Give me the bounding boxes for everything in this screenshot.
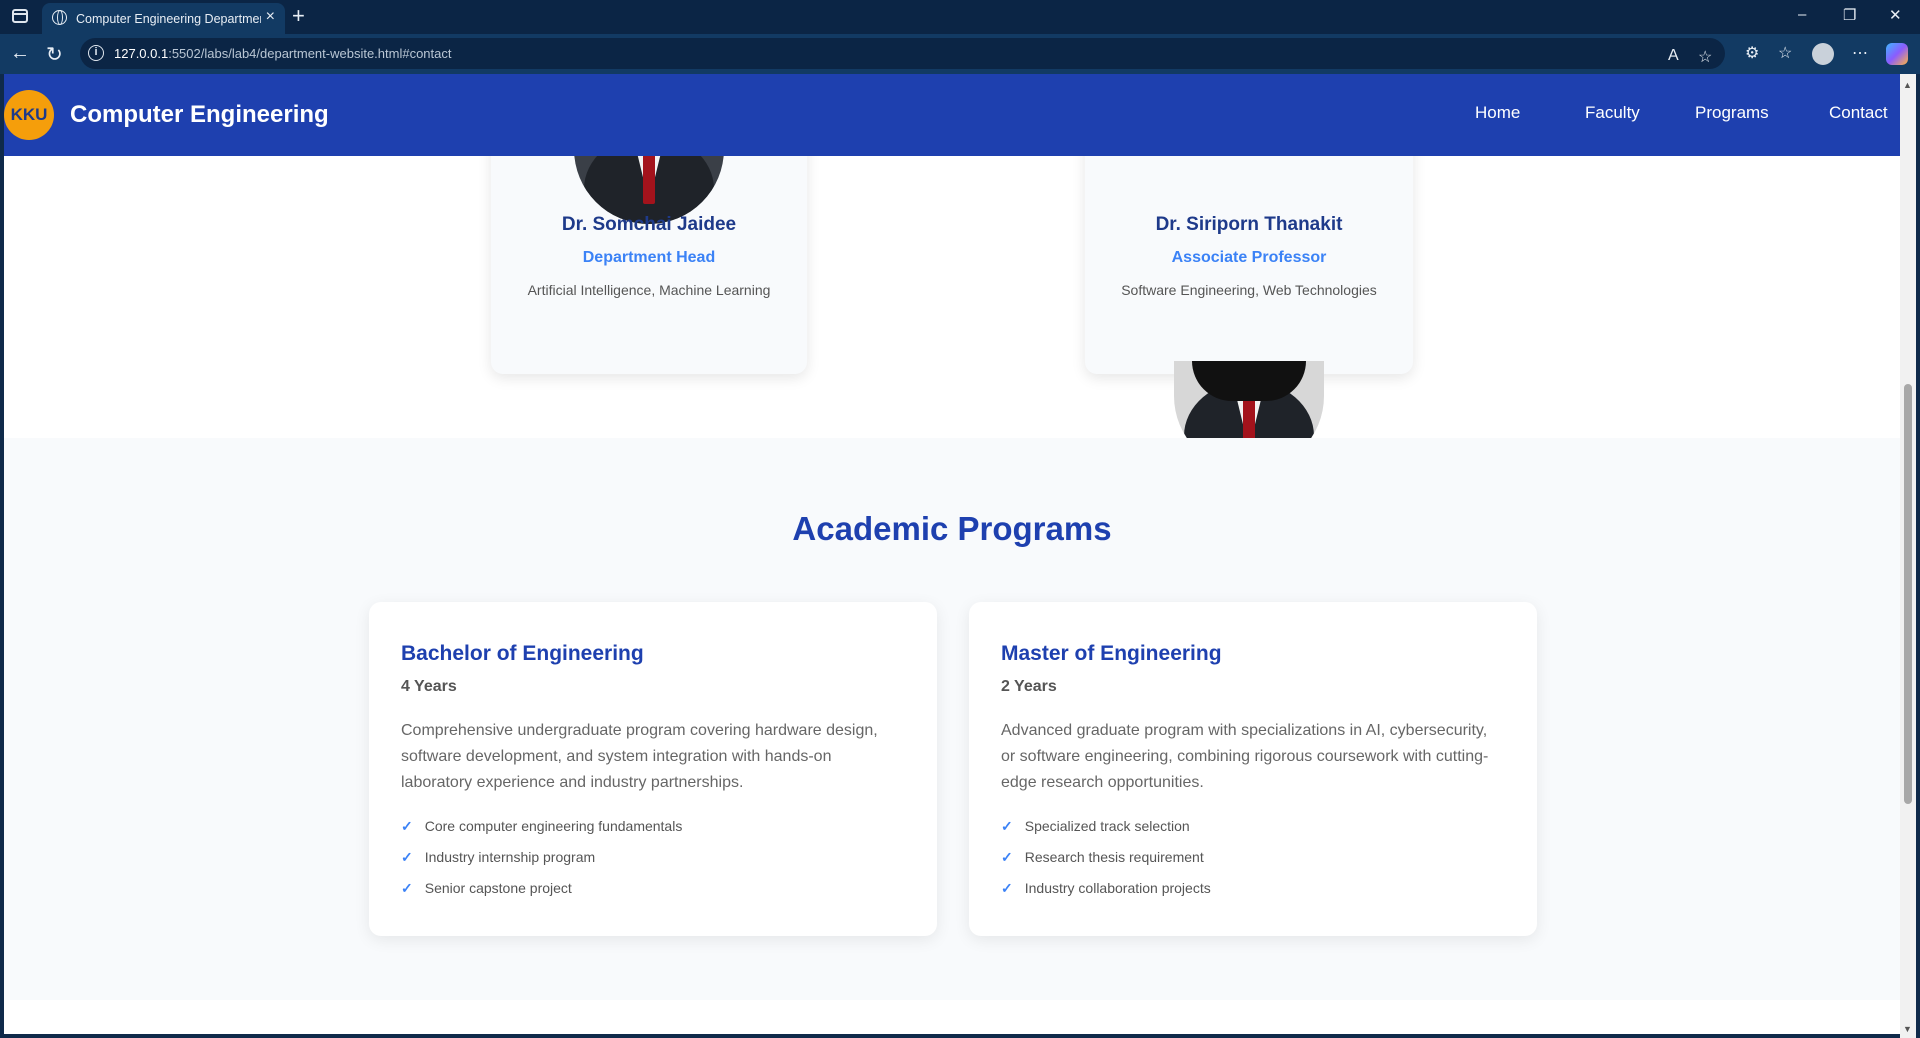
programs-heading: Academic Programs xyxy=(792,510,1112,547)
read-aloud-icon[interactable]: A xyxy=(1668,47,1679,65)
url-field[interactable]: i 127.0.0.1:5502/labs/lab4/department-we… xyxy=(80,38,1725,69)
program-card: Bachelor of Engineering 4 Years Comprehe… xyxy=(369,602,937,936)
faculty-name: Dr. Siriporn Thanakit xyxy=(1155,214,1343,235)
site-title[interactable]: Computer Engineering xyxy=(70,101,329,129)
program-feature: ✓ Industry internship program xyxy=(401,849,596,865)
check-icon: ✓ xyxy=(401,818,413,834)
copilot-icon[interactable] xyxy=(1886,43,1908,65)
faculty-role: Associate Professor xyxy=(1171,249,1327,266)
minimize-icon[interactable]: – xyxy=(1798,6,1806,23)
program-card: Master of Engineering 2 Years Advanced g… xyxy=(969,602,1537,936)
address-bar: ← ↻ i 127.0.0.1:5502/labs/lab4/departmen… xyxy=(0,34,1920,74)
program-feature: ✓ Core computer engineering fundamentals xyxy=(401,818,683,834)
program-feature: ✓ Research thesis requirement xyxy=(1001,849,1204,865)
check-icon: ✓ xyxy=(1001,849,1013,865)
faculty-name: Dr. Somchai Jaidee xyxy=(561,214,737,235)
program-description: Comprehensive undergraduate program cove… xyxy=(401,722,878,791)
program-title: Master of Engineering xyxy=(1001,642,1222,665)
program-description: Advanced graduate program with specializ… xyxy=(1001,722,1489,791)
browser-tab-bar: Computer Engineering Department × + – ❐ … xyxy=(0,0,1920,34)
page-viewport: Dr. Somchai Jaidee Department Head Artif… xyxy=(4,74,1900,1034)
program-duration: 2 Years xyxy=(1001,678,1057,695)
program-duration: 4 Years xyxy=(401,678,457,695)
program-feature: ✓ Industry collaboration projects xyxy=(1001,880,1211,896)
programs-section: Academic Programs Bachelor of Engineerin… xyxy=(4,438,1900,1000)
profile-avatar-icon[interactable] xyxy=(1812,43,1834,65)
faculty-specialty: Software Engineering, Web Technologies xyxy=(1121,282,1377,298)
url-text: 127.0.0.1:5502/labs/lab4/department-webs… xyxy=(114,46,452,61)
site-info-icon[interactable]: i xyxy=(88,45,104,61)
scroll-thumb[interactable] xyxy=(1904,384,1912,804)
check-icon: ✓ xyxy=(401,849,413,865)
page-scrollbar[interactable]: ▲ ▼ xyxy=(1900,74,1916,1038)
close-window-icon[interactable]: ✕ xyxy=(1889,6,1902,24)
site-logo[interactable]: KKU xyxy=(4,90,54,140)
program-title: Bachelor of Engineering xyxy=(401,642,644,665)
nav-contact[interactable]: Contact xyxy=(1829,93,1888,133)
faculty-role: Department Head xyxy=(582,249,716,266)
more-menu-icon[interactable]: ⋯ xyxy=(1852,43,1868,63)
new-tab-icon[interactable]: + xyxy=(292,3,305,29)
scroll-down-icon[interactable]: ▼ xyxy=(1903,1024,1912,1034)
restore-icon[interactable]: ❐ xyxy=(1843,6,1856,24)
window-menu-icon[interactable] xyxy=(12,9,28,23)
nav-faculty[interactable]: Faculty xyxy=(1585,93,1640,133)
favorite-star-icon[interactable]: ☆ xyxy=(1698,47,1712,67)
program-feature: ✓ Specialized track selection xyxy=(1001,818,1190,834)
check-icon: ✓ xyxy=(1001,880,1013,896)
site-header: KKU Computer Engineering Home Faculty Pr… xyxy=(4,74,1900,156)
nav-programs[interactable]: Programs xyxy=(1695,93,1769,133)
scroll-up-icon[interactable]: ▲ xyxy=(1903,80,1912,90)
favorites-icon[interactable]: ☆ xyxy=(1778,43,1792,63)
program-feature: ✓ Senior capstone project xyxy=(401,880,572,896)
check-icon: ✓ xyxy=(401,880,413,896)
globe-icon xyxy=(52,10,67,25)
nav-home[interactable]: Home xyxy=(1475,93,1520,133)
browser-tab[interactable]: Computer Engineering Department × xyxy=(42,3,285,34)
back-icon[interactable]: ← xyxy=(10,42,30,65)
tab-close-icon[interactable]: × xyxy=(266,8,275,26)
refresh-icon[interactable]: ↻ xyxy=(46,42,63,67)
tab-title: Computer Engineering Department xyxy=(76,12,261,26)
extensions-icon[interactable]: ⚙ xyxy=(1745,43,1759,63)
faculty-specialty: Artificial Intelligence, Machine Learnin… xyxy=(527,282,771,298)
check-icon: ✓ xyxy=(1001,818,1013,834)
